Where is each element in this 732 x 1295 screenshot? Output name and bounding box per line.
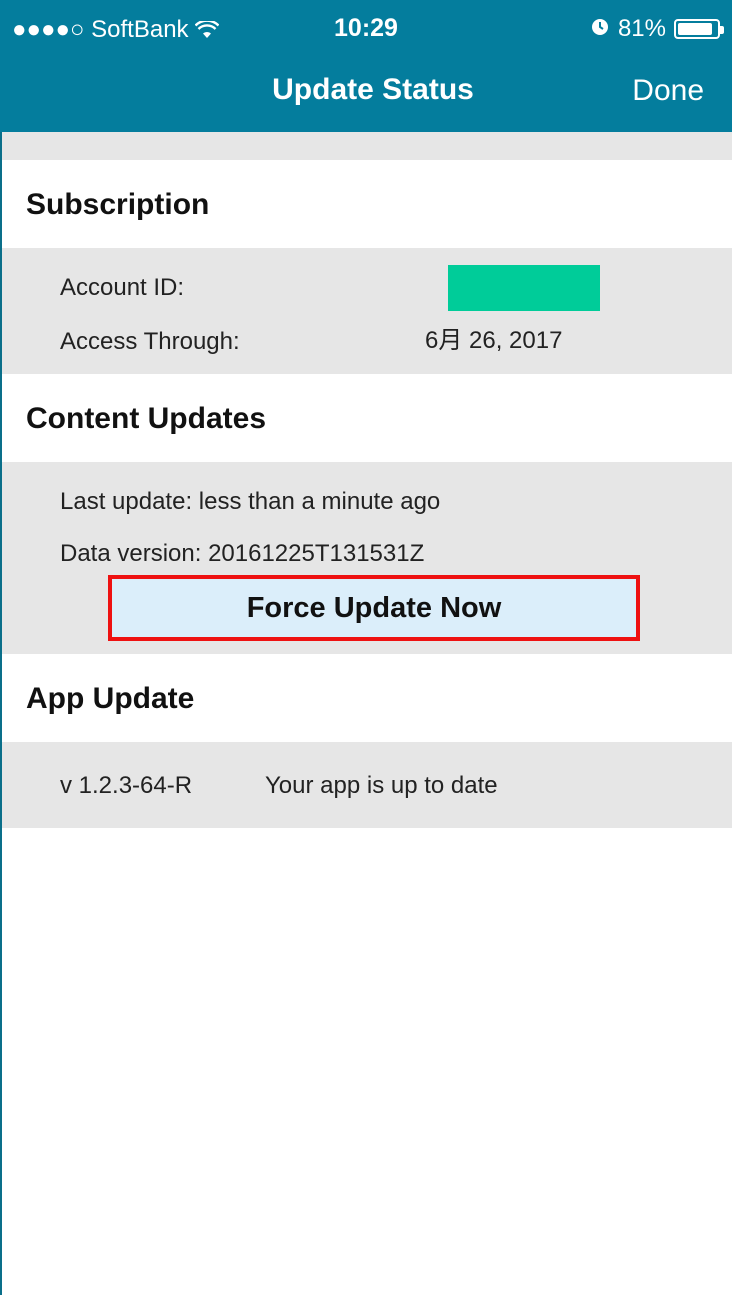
page-title: Update Status (272, 73, 474, 106)
app-update-header: App Update (2, 654, 732, 742)
battery-percent: 81% (617, 15, 666, 42)
top-spacer (2, 132, 732, 160)
access-through-label: Access Through: (60, 328, 240, 355)
right-status: 81% (590, 15, 724, 43)
app-update-heading: App Update (26, 682, 195, 715)
battery-icon (674, 19, 724, 39)
subscription-heading: Subscription (26, 188, 210, 221)
account-id-redaction (448, 265, 600, 311)
done-button[interactable]: Done (632, 74, 704, 108)
access-through-value: 6月 26, 2017 (425, 327, 563, 354)
force-update-label: Force Update Now (246, 591, 502, 624)
data-version-text: Data version: 20161225T131531Z (60, 540, 425, 567)
content-updates-header: Content Updates (2, 374, 732, 462)
content-updates-heading: Content Updates (26, 402, 266, 435)
app-update-status: Your app is up to date (265, 772, 498, 799)
subscription-header: Subscription (2, 160, 732, 248)
top-bar: ●●●●○ SoftBank 10:29 81% Update Status D… (0, 0, 732, 132)
force-update-button[interactable]: Force Update Now (108, 575, 640, 641)
nav-bar: Update Status Done (0, 60, 732, 132)
last-update-text: Last update: less than a minute ago (60, 488, 441, 515)
alarm-icon (590, 16, 610, 42)
account-id-label: Account ID: (60, 274, 185, 301)
app-version: v 1.2.3-64-R (60, 772, 193, 799)
status-bar: ●●●●○ SoftBank 10:29 81% (0, 0, 732, 60)
